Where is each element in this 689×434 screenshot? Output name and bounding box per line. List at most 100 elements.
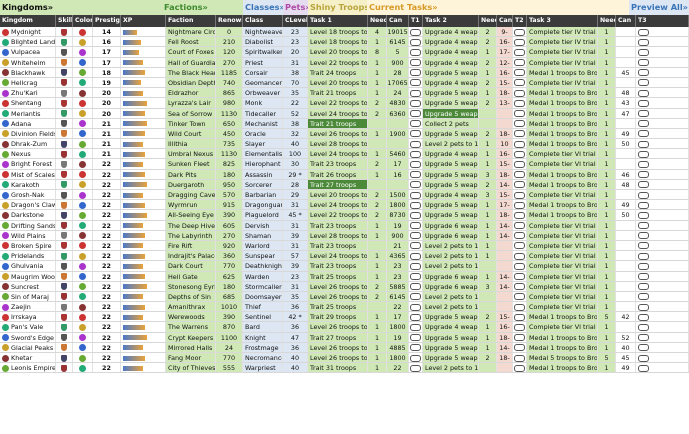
controller-icon[interactable]: [638, 110, 649, 117]
t3-cell[interactable]: [636, 291, 689, 302]
table-row[interactable]: Blackhawk 18 The Black Heart 1185 Corsair 38 T…: [0, 67, 689, 78]
class-cell[interactable]: Tidecaller: [243, 108, 283, 118]
task1-cell[interactable]: Trait 27 troops: [308, 179, 368, 189]
t2-cell[interactable]: [513, 57, 527, 67]
kingdom-cell[interactable]: Dhrak-Zum: [0, 139, 56, 149]
t1-cell[interactable]: [409, 291, 423, 302]
t3-cell[interactable]: [636, 159, 689, 169]
table-row[interactable]: Vulpacea 17 Court of Foxes 120 Spiritwalker 2…: [0, 47, 689, 58]
controller-icon[interactable]: [638, 252, 649, 260]
class-cell[interactable]: Oracle: [243, 128, 283, 139]
task1-cell[interactable]: Trait 25 troops: [308, 271, 368, 281]
task3-cell[interactable]: Complete tier VI trial: [527, 261, 598, 271]
kingdom-cell[interactable]: Vulpacea: [0, 47, 56, 57]
controller-icon[interactable]: [638, 273, 649, 280]
task2-cell[interactable]: Upgrade 5 weapons: [423, 169, 479, 179]
t2-cell[interactable]: [513, 169, 527, 179]
table-row[interactable]: Sword's Edge 22 Crypt Keepers 1100 Knight 47 T…: [0, 332, 689, 343]
col-t3[interactable]: T3: [636, 15, 689, 27]
t1-cell[interactable]: [409, 200, 423, 210]
faction-cell[interactable]: Stonesong Eyrie: [166, 281, 216, 291]
t3-cell[interactable]: [636, 88, 689, 98]
controller-icon[interactable]: [638, 232, 649, 240]
task1-cell[interactable]: Level 26 troops to 20: [308, 291, 368, 302]
t3-cell[interactable]: [636, 271, 689, 281]
task1-cell[interactable]: Trait 27 troops: [308, 332, 368, 342]
t3-cell[interactable]: [636, 312, 689, 322]
t1-cell[interactable]: [409, 230, 423, 240]
t2-cell[interactable]: [513, 37, 527, 47]
t1-cell[interactable]: [409, 190, 423, 200]
task1-cell[interactable]: Level 24 troops to 20: [308, 108, 368, 118]
class-cell[interactable]: Sorcerer: [243, 179, 283, 189]
kingdom-cell[interactable]: Khetar: [0, 353, 56, 363]
t2-cell[interactable]: [513, 190, 527, 200]
controller-icon[interactable]: [410, 181, 421, 189]
t3-cell[interactable]: [636, 108, 689, 118]
controller-icon[interactable]: [410, 48, 421, 56]
faction-cell[interactable]: All-Seeing Eye: [166, 210, 216, 220]
controller-icon[interactable]: [514, 211, 525, 219]
controller-icon[interactable]: [514, 130, 525, 138]
controller-icon[interactable]: [638, 323, 649, 331]
table-row[interactable]: Darkstone 22 All-Seeing Eye 390 Plaguelord 45…: [0, 210, 689, 221]
t1-cell[interactable]: [409, 179, 423, 189]
faction-cell[interactable]: The Labyrinth: [166, 230, 216, 240]
task1-cell[interactable]: Level 26 troops to 20: [308, 353, 368, 363]
t3-cell[interactable]: [636, 210, 689, 220]
t3-cell[interactable]: [636, 302, 689, 312]
t2-cell[interactable]: [513, 271, 527, 281]
t1-cell[interactable]: [409, 118, 423, 128]
class-cell[interactable]: Necromancer: [243, 353, 283, 363]
task3-cell[interactable]: Medal 1 troops to Bronze: [527, 118, 598, 128]
controller-icon[interactable]: [410, 160, 421, 168]
controller-icon[interactable]: [410, 232, 421, 240]
t1-cell[interactable]: [409, 77, 423, 88]
controller-icon[interactable]: [514, 140, 525, 148]
task3-cell[interactable]: Complete tier VI trial: [527, 230, 598, 240]
controller-icon[interactable]: [514, 252, 525, 260]
controller-icon[interactable]: [410, 303, 421, 311]
section-pets[interactable]: Pets»: [283, 0, 308, 15]
t1-cell[interactable]: [409, 108, 423, 118]
task3-cell[interactable]: Medal 1 troops to Bronze: [527, 332, 598, 342]
faction-cell[interactable]: Sea of Sorrow: [166, 108, 216, 118]
t3-cell[interactable]: [636, 149, 689, 159]
task1-cell[interactable]: Level 22 troops to 20: [308, 57, 368, 67]
t1-cell[interactable]: [409, 240, 423, 251]
class-cell[interactable]: Doomsayer: [243, 291, 283, 302]
task1-cell[interactable]: Trait 23 troops: [308, 240, 368, 251]
class-cell[interactable]: Warpriest: [243, 363, 283, 373]
task3-cell[interactable]: Medal 1 troops to Bronze: [527, 98, 598, 108]
controller-icon[interactable]: [638, 69, 649, 77]
task3-cell[interactable]: Complete tier VI trial: [527, 159, 598, 169]
faction-cell[interactable]: Illithia: [166, 139, 216, 149]
class-cell[interactable]: Corsair: [243, 67, 283, 77]
task2-cell[interactable]: Upgrade 5 weapons: [423, 312, 479, 322]
controller-icon[interactable]: [638, 38, 649, 46]
controller-icon[interactable]: [410, 262, 421, 270]
col-task2[interactable]: Task 2: [423, 15, 479, 27]
t3-cell[interactable]: [636, 190, 689, 200]
table-row[interactable]: Grosh-Nak 22 Dragging Caverns 570 Barbarian 2…: [0, 190, 689, 201]
controller-icon[interactable]: [638, 99, 649, 107]
t2-cell[interactable]: [513, 128, 527, 139]
task3-cell[interactable]: Complete tier IV trial: [527, 37, 598, 47]
col-clevel[interactable]: CLevel: [283, 15, 308, 27]
table-row[interactable]: Khetar 22 Fang Moor 770 Necromancer 40 Level 2…: [0, 353, 689, 364]
controller-icon[interactable]: [638, 354, 649, 362]
t3-cell[interactable]: [636, 77, 689, 88]
controller-icon[interactable]: [410, 323, 421, 331]
kingdom-cell[interactable]: Maugrim Woods: [0, 271, 56, 281]
controller-icon[interactable]: [514, 262, 525, 270]
task3-cell[interactable]: Medal 1 troops to Bronze: [527, 179, 598, 189]
controller-icon[interactable]: [514, 38, 525, 46]
controller-icon[interactable]: [410, 283, 421, 291]
task1-cell[interactable]: Level 26 troops to 20: [308, 281, 368, 291]
t2-cell[interactable]: [513, 149, 527, 159]
table-row[interactable]: Zaejin 22 Amanithrax 1010 Thief 36 Trait 25 tr…: [0, 302, 689, 313]
controller-icon[interactable]: [514, 232, 525, 240]
t2-cell[interactable]: [513, 281, 527, 291]
table-row[interactable]: Adana 21 Tinker Town 650 Mechanist 38 Trait 21…: [0, 118, 689, 129]
section-kingdoms[interactable]: Kingdoms»: [0, 0, 162, 15]
